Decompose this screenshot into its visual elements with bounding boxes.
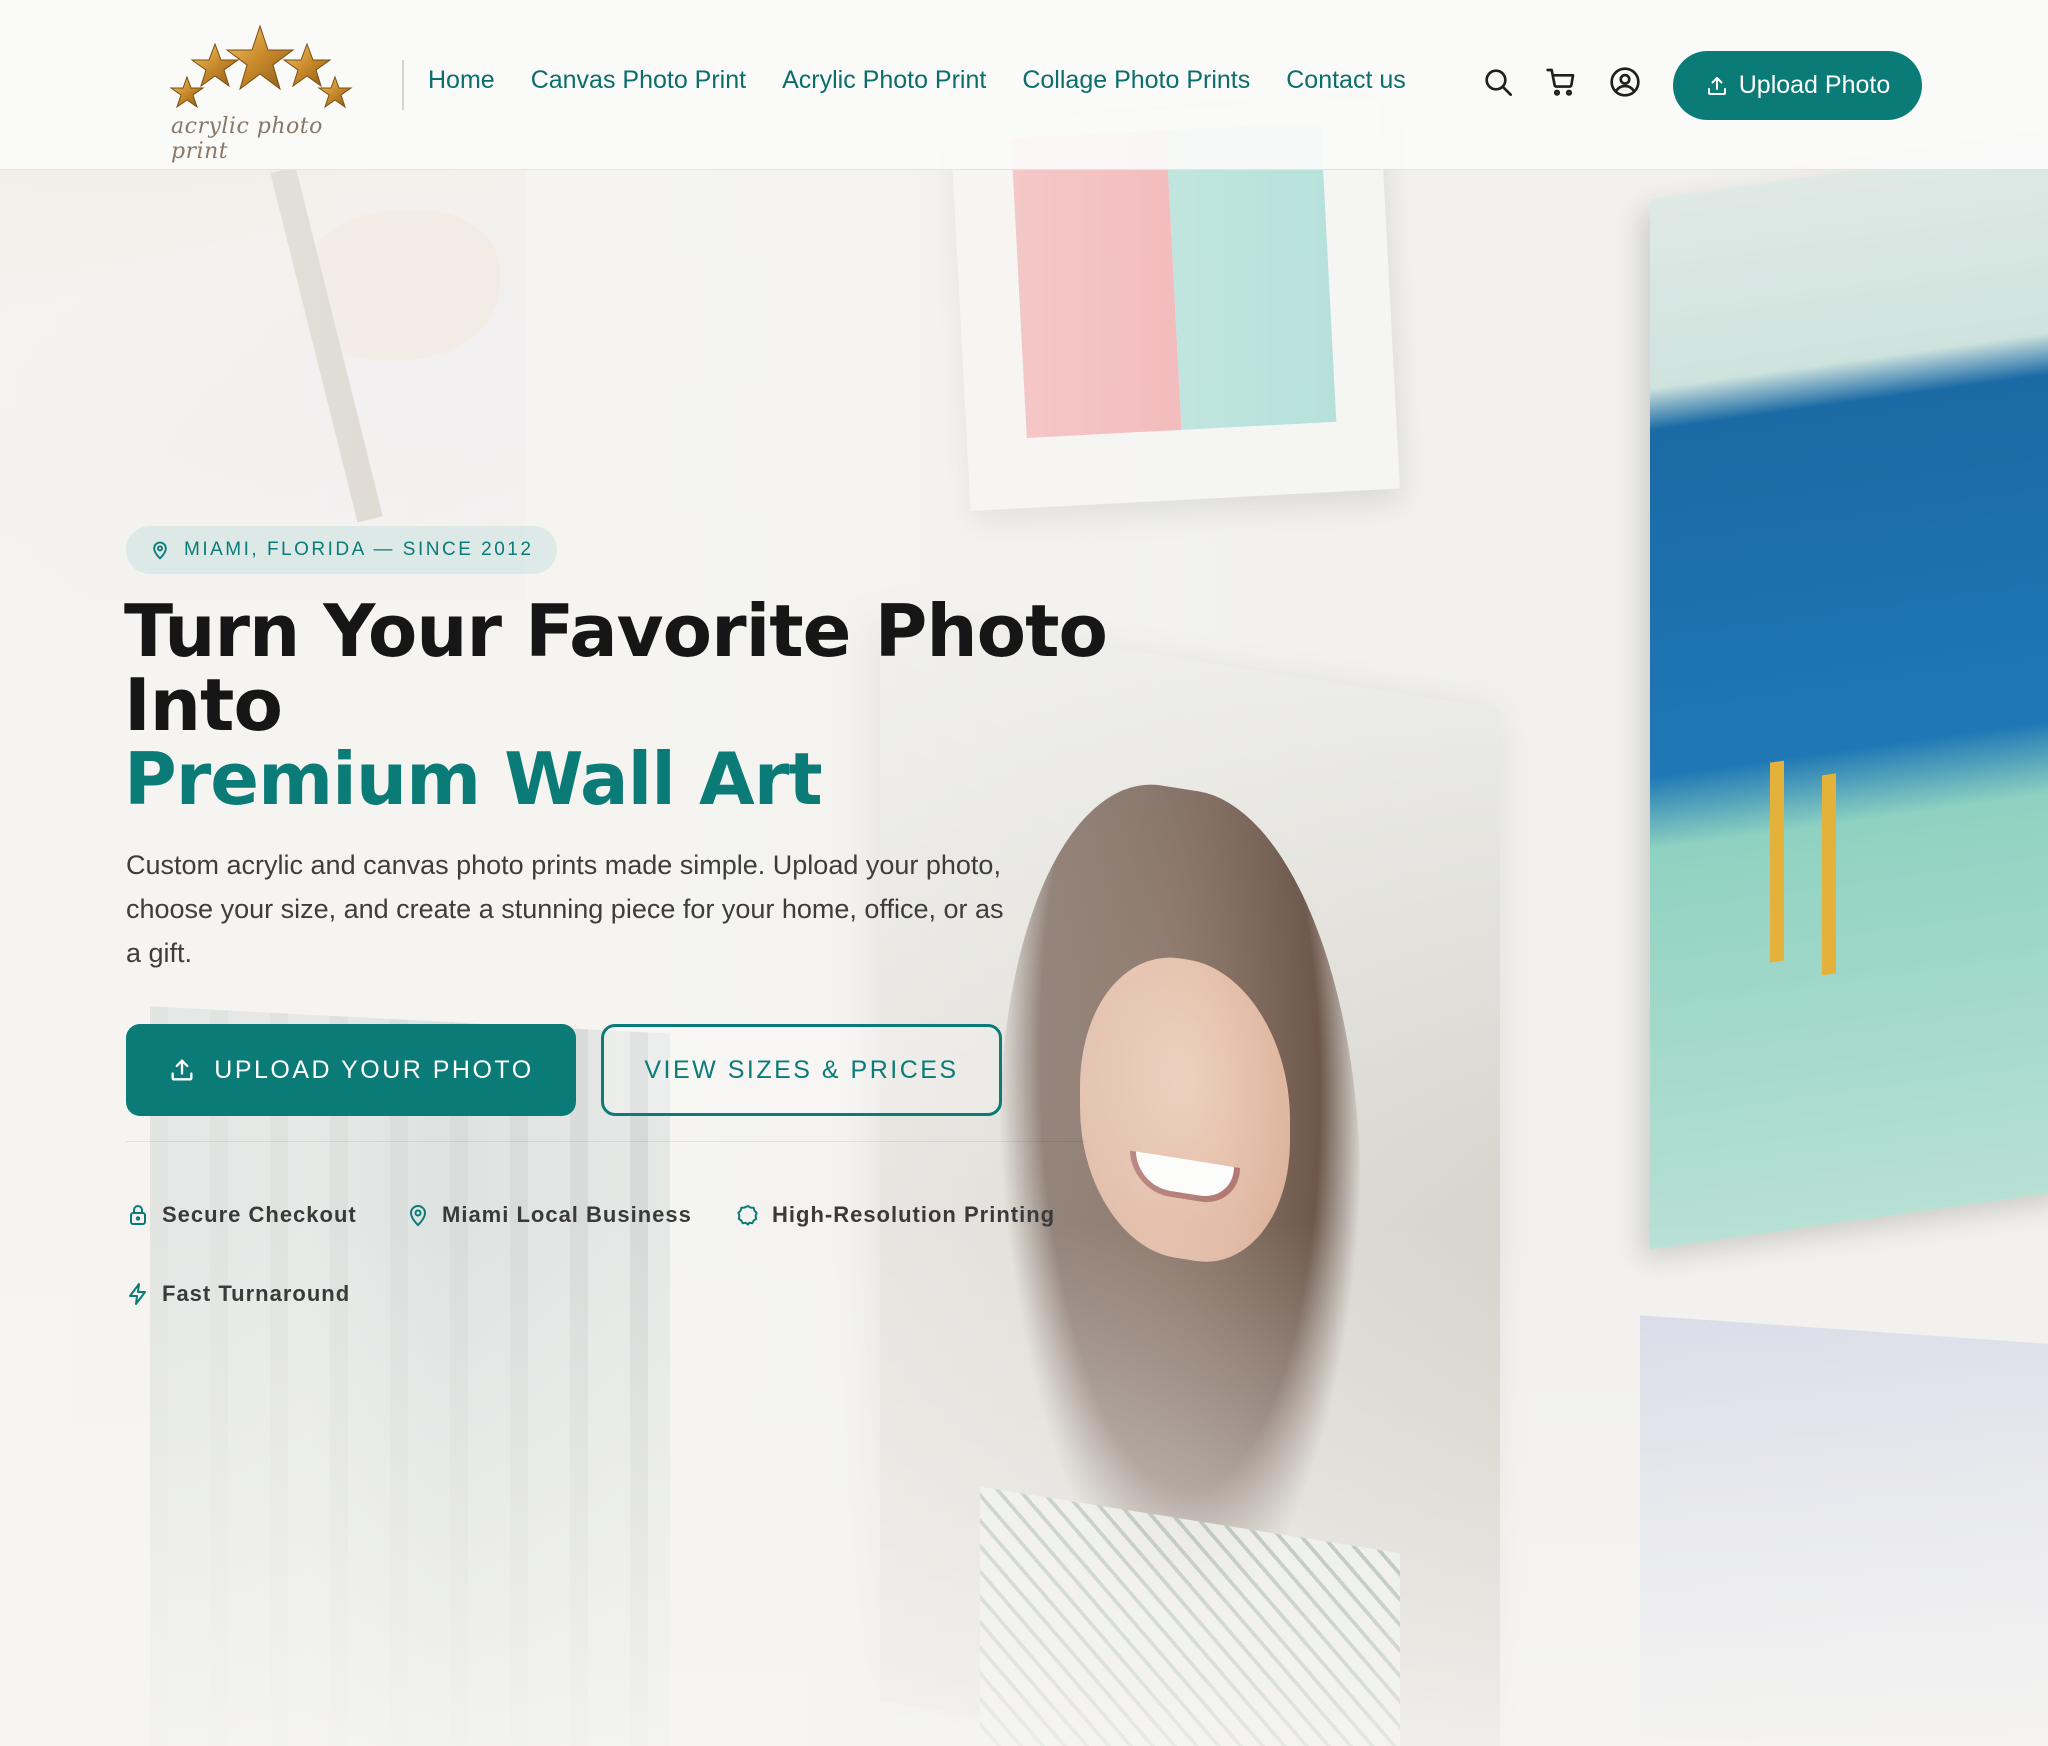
trust-label: Secure Checkout [162, 1202, 357, 1227]
trust-item-miami-local: Miami Local Business [406, 1202, 692, 1228]
trust-item-fast-turnaround: Fast Turnaround [126, 1281, 350, 1307]
headline-line-1: Turn Your Favorite Photo [124, 589, 1108, 673]
site-logo[interactable]: acrylic photo print [165, 22, 365, 164]
view-sizes-prices-button[interactable]: VIEW SIZES & PRICES [601, 1024, 1002, 1116]
location-badge: MIAMI, FLORIDA — SINCE 2012 [126, 526, 558, 574]
upload-icon [1707, 76, 1726, 95]
upload-your-photo-label: UPLOAD YOUR PHOTO [214, 1055, 534, 1084]
logo-stars-icon [169, 24, 353, 109]
nav-canvas-photo-print[interactable]: Canvas Photo Print [531, 66, 746, 95]
search-icon[interactable] [1480, 64, 1516, 100]
location-badge-text: MIAMI, FLORIDA — SINCE 2012 [184, 539, 534, 560]
hero-headline: Turn Your Favorite Photo Into Premium Wa… [124, 594, 1124, 816]
nav-contact-us[interactable]: Contact us [1286, 66, 1406, 95]
nav-acrylic-photo-print[interactable]: Acrylic Photo Print [782, 66, 986, 95]
trust-item-secure-checkout: Secure Checkout [126, 1202, 357, 1228]
hero-divider [126, 1141, 1086, 1142]
headline-line-2: Into [124, 663, 283, 747]
trust-label: Miami Local Business [442, 1202, 692, 1227]
header-upload-label: Upload Photo [1738, 71, 1891, 99]
main-navigation: Home Canvas Photo Print Acrylic Photo Pr… [428, 66, 1406, 95]
hero-description: Custom acrylic and canvas photo prints m… [126, 850, 1004, 968]
logo-wordmark: acrylic photo print [171, 114, 323, 164]
nav-home[interactable]: Home [428, 66, 495, 95]
site-header: acrylic photo print Home Canvas Photo Pr… [0, 0, 2048, 170]
view-sizes-prices-label: VIEW SIZES & PRICES [644, 1055, 959, 1084]
trust-label: High-Resolution Printing [772, 1202, 1056, 1227]
lightning-icon [129, 1283, 146, 1305]
trust-item-high-resolution: High-Resolution Printing [736, 1202, 1055, 1228]
upload-your-photo-button[interactable]: UPLOAD YOUR PHOTO [126, 1024, 576, 1116]
badge-icon [737, 1204, 758, 1226]
location-pin-icon [153, 541, 167, 560]
trust-label: Fast Turnaround [162, 1281, 351, 1306]
upload-icon [171, 1059, 193, 1081]
header-upload-photo-button[interactable]: Upload Photo [1673, 51, 1922, 120]
lock-icon [130, 1205, 146, 1225]
headline-accent: Premium Wall Art [124, 737, 823, 821]
nav-collage-photo-prints[interactable]: Collage Photo Prints [1022, 66, 1250, 95]
cart-icon[interactable] [1543, 64, 1579, 100]
header-divider [402, 60, 404, 110]
user-account-icon[interactable] [1607, 64, 1643, 100]
location-pin-icon [409, 1205, 427, 1227]
